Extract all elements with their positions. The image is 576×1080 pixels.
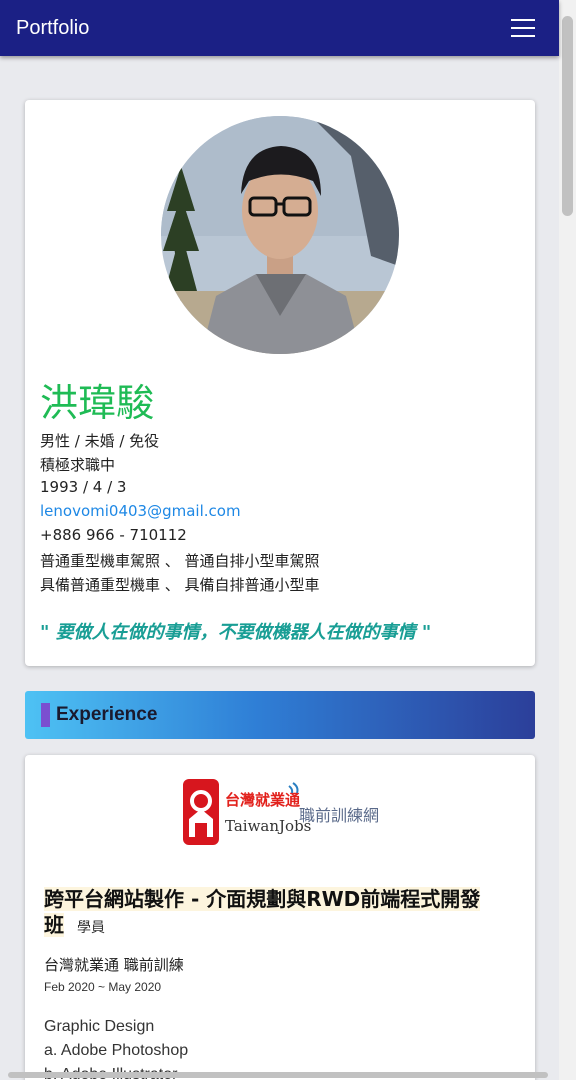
experience-dates: Feb 2020 ~ May 2020 [44, 980, 162, 994]
job-status: 積極求職中 [40, 456, 116, 474]
course-role: 學員 [76, 920, 105, 936]
skill-item: Graphic Design [44, 1018, 155, 1035]
top-navbar: Portfolio [0, 0, 559, 56]
course-name: 跨平台網站製作 - 介面規劃與RWD前端程式開發班 [44, 887, 481, 937]
profile-photo [161, 116, 399, 354]
driver-licenses: 普通重型機車駕照 、 普通自排小型車駕照 [40, 552, 320, 570]
skill-item: a. Adobe Photoshop [44, 1042, 189, 1059]
horizontal-scrollbar[interactable] [8, 1072, 548, 1078]
vehicles-owned: 具備普通重型機車 、 具備自排普通小型車 [40, 576, 320, 594]
email-link[interactable]: lenovomi0403@gmail.com [40, 502, 241, 520]
experience-card: 台灣就業通 TaiwanJobs 職前訓練網 跨平台網站製作 - 介面規劃與RW… [25, 755, 535, 1080]
phone-number: +886 966 - 710112 [40, 526, 187, 544]
section-accent-mark [41, 703, 50, 727]
profile-card: 洪瑋駿 男性 / 未婚 / 免役 積極求職中 1993 / 4 / 3 leno… [25, 100, 535, 666]
taiwanjobs-logo: 台灣就業通 TaiwanJobs 職前訓練網 [181, 775, 381, 850]
hamburger-icon[interactable] [503, 8, 543, 48]
section-title: Experience [56, 704, 158, 725]
experience-section-header: Experience [25, 691, 535, 739]
vertical-scrollbar[interactable] [559, 0, 576, 1080]
course-title: 跨平台網站製作 - 介面規劃與RWD前端程式開發班 學員 [44, 886, 494, 941]
profile-name: 洪瑋駿 [40, 381, 155, 425]
gender-status: 男性 / 未婚 / 免役 [40, 432, 160, 450]
svg-text:台灣就業通: 台灣就業通 [225, 791, 300, 809]
svg-text:職前訓練網: 職前訓練網 [299, 806, 379, 825]
organization-name: 台灣就業通 職前訓練 [44, 956, 184, 974]
brand-logo[interactable]: Portfolio [16, 17, 89, 40]
motto-quote: " 要做人在做的事情，不要做機器人在做的事情 " [40, 622, 432, 643]
scroll-thumb[interactable] [562, 16, 573, 216]
birthday: 1993 / 4 / 3 [40, 478, 127, 496]
